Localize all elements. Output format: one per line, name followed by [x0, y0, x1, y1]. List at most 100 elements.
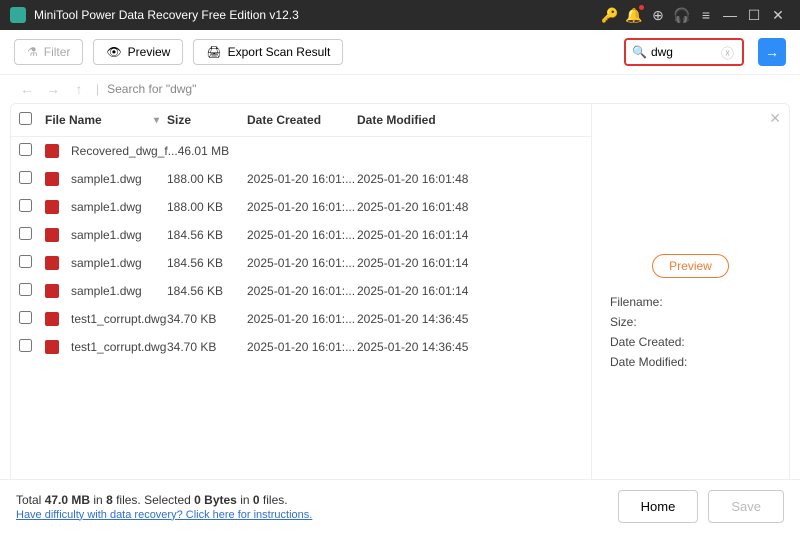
row-checkbox[interactable]	[19, 171, 32, 184]
help-link[interactable]: Have difficulty with data recovery? Clic…	[16, 509, 312, 521]
table-row[interactable]: sample1.dwg184.56 KB2025-01-20 16:01:...…	[11, 277, 591, 305]
search-go-button[interactable]: →	[758, 38, 786, 66]
meta-size: Size:	[610, 312, 771, 332]
meta-filename: Filename:	[610, 292, 771, 312]
file-name: sample1.dwg	[71, 256, 142, 270]
titlebar: MiniTool Power Data Recovery Free Editio…	[0, 0, 800, 30]
save-button[interactable]: Save	[708, 490, 784, 523]
row-checkbox[interactable]	[19, 199, 32, 212]
file-created: 2025-01-20 16:01:...	[247, 284, 357, 298]
minimize-icon[interactable]: —	[718, 3, 742, 27]
file-created: 2025-01-20 16:01:...	[247, 172, 357, 186]
row-checkbox[interactable]	[19, 143, 32, 156]
table-row[interactable]: test1_corrupt.dwg34.70 KB2025-01-20 16:0…	[11, 305, 591, 333]
file-icon	[45, 228, 59, 242]
file-list: File Name ▾ Size Date Created Date Modifi…	[11, 104, 591, 500]
file-modified: 2025-01-20 16:01:48	[357, 172, 487, 186]
content-area: File Name ▾ Size Date Created Date Modifi…	[10, 103, 790, 501]
file-modified: 2025-01-20 16:01:14	[357, 256, 487, 270]
table-row[interactable]: sample1.dwg188.00 KB2025-01-20 16:01:...…	[11, 193, 591, 221]
file-modified: 2025-01-20 16:01:14	[357, 228, 487, 242]
window-title: MiniTool Power Data Recovery Free Editio…	[34, 8, 598, 22]
row-checkbox[interactable]	[19, 283, 32, 296]
file-name: sample1.dwg	[71, 228, 142, 242]
nav-forward-icon[interactable]: →	[44, 81, 62, 97]
meta-modified: Date Modified:	[610, 352, 771, 372]
file-modified: 2025-01-20 14:36:45	[357, 340, 487, 354]
nav-up-icon[interactable]: ↑	[70, 81, 88, 97]
file-icon	[45, 312, 59, 326]
search-icon: 🔍	[632, 45, 647, 59]
headset-icon[interactable]: 🎧	[670, 3, 694, 27]
breadcrumb-bar: ← → ↑ | Search for "dwg"	[0, 75, 800, 103]
col-size-label[interactable]: Size	[167, 113, 247, 127]
bell-icon[interactable]: 🔔	[622, 3, 646, 27]
eye-icon: 👁	[106, 45, 121, 59]
file-icon	[45, 144, 59, 158]
filter-button[interactable]: ⚗Filter	[14, 39, 83, 65]
file-created: 2025-01-20 16:01:...	[247, 256, 357, 270]
table-row[interactable]: test1_corrupt.dwg34.70 KB2025-01-20 16:0…	[11, 333, 591, 361]
table-row[interactable]: Recovered_dwg_f...46.01 MB	[11, 137, 591, 165]
file-name: sample1.dwg	[71, 172, 142, 186]
file-modified: 2025-01-20 14:36:45	[357, 312, 487, 326]
file-size: 188.00 KB	[167, 172, 247, 186]
file-created: 2025-01-20 16:01:...	[247, 312, 357, 326]
table-header: File Name ▾ Size Date Created Date Modifi…	[11, 104, 591, 137]
col-modified-label[interactable]: Date Modified	[357, 113, 487, 127]
preview-action-button[interactable]: Preview	[652, 254, 729, 278]
export-button[interactable]: 🖨 Export Scan Result	[193, 39, 343, 65]
export-label: Export Scan Result	[228, 45, 331, 59]
app-logo-icon	[10, 7, 26, 23]
home-button[interactable]: Home	[618, 490, 699, 523]
row-checkbox[interactable]	[19, 311, 32, 324]
toolbar: ⚗Filter 👁 Preview 🖨 Export Scan Result 🔍 ⓧ…	[0, 30, 800, 75]
filter-icon: ⚗	[27, 45, 38, 59]
select-all-checkbox[interactable]	[19, 112, 32, 125]
file-modified: 2025-01-20 16:01:14	[357, 284, 487, 298]
col-name-label[interactable]: File Name	[45, 113, 102, 127]
clear-search-icon[interactable]: ⓧ	[721, 43, 734, 62]
table-row[interactable]: sample1.dwg 184.56 KB2025-01-20 16:01:...…	[11, 221, 591, 249]
preview-button[interactable]: 👁 Preview	[93, 39, 183, 65]
file-modified: 2025-01-20 16:01:48	[357, 200, 487, 214]
close-icon[interactable]: ✕	[766, 3, 790, 27]
row-checkbox[interactable]	[19, 339, 32, 352]
file-size: 34.70 KB	[167, 312, 247, 326]
file-name: Recovered_dwg_f...	[71, 144, 178, 158]
file-icon	[45, 200, 59, 214]
search-input[interactable]	[651, 45, 721, 59]
file-size: 184.56 KB	[167, 256, 247, 270]
row-checkbox[interactable]	[19, 227, 32, 240]
maximize-icon[interactable]: ☐	[742, 3, 766, 27]
arrow-right-icon: →	[765, 44, 779, 60]
footer: Total 47.0 MB in 8 files. Selected 0 Byt…	[0, 479, 800, 533]
close-panel-icon[interactable]: ✕	[769, 110, 781, 127]
preview-panel: ✕ Preview Filename: Size: Date Created: …	[591, 104, 789, 500]
nav-back-icon[interactable]: ←	[18, 81, 36, 97]
file-created: 2025-01-20 16:01:...	[247, 200, 357, 214]
row-checkbox[interactable]	[19, 255, 32, 268]
preview-label: Preview	[128, 45, 171, 59]
table-row[interactable]: sample1.dwg 184.56 KB2025-01-20 16:01:...…	[11, 249, 591, 277]
file-size: 34.70 KB	[167, 340, 247, 354]
file-name: sample1.dwg	[71, 200, 142, 214]
file-created: 2025-01-20 16:01:...	[247, 228, 357, 242]
globe-icon[interactable]: ⊕	[646, 3, 670, 27]
file-icon	[45, 340, 59, 354]
breadcrumb-text: Search for "dwg"	[107, 82, 196, 96]
meta-created: Date Created:	[610, 332, 771, 352]
col-created-label[interactable]: Date Created	[247, 113, 357, 127]
file-name: test1_corrupt.dwg	[71, 340, 166, 354]
file-icon	[45, 172, 59, 186]
footer-stats: Total 47.0 MB in 8 files. Selected 0 Byt…	[16, 493, 312, 521]
file-size: 184.56 KB	[167, 228, 247, 242]
file-name: sample1.dwg	[71, 284, 142, 298]
key-icon[interactable]: 🔑	[598, 3, 622, 27]
menu-icon[interactable]: ≡	[694, 3, 718, 27]
search-box[interactable]: 🔍 ⓧ	[624, 38, 744, 66]
table-row[interactable]: sample1.dwg 188.00 KB2025-01-20 16:01:...…	[11, 165, 591, 193]
export-icon: 🖨	[206, 45, 221, 59]
sort-icon[interactable]: ▾	[154, 115, 159, 126]
file-name: test1_corrupt.dwg	[71, 312, 166, 326]
